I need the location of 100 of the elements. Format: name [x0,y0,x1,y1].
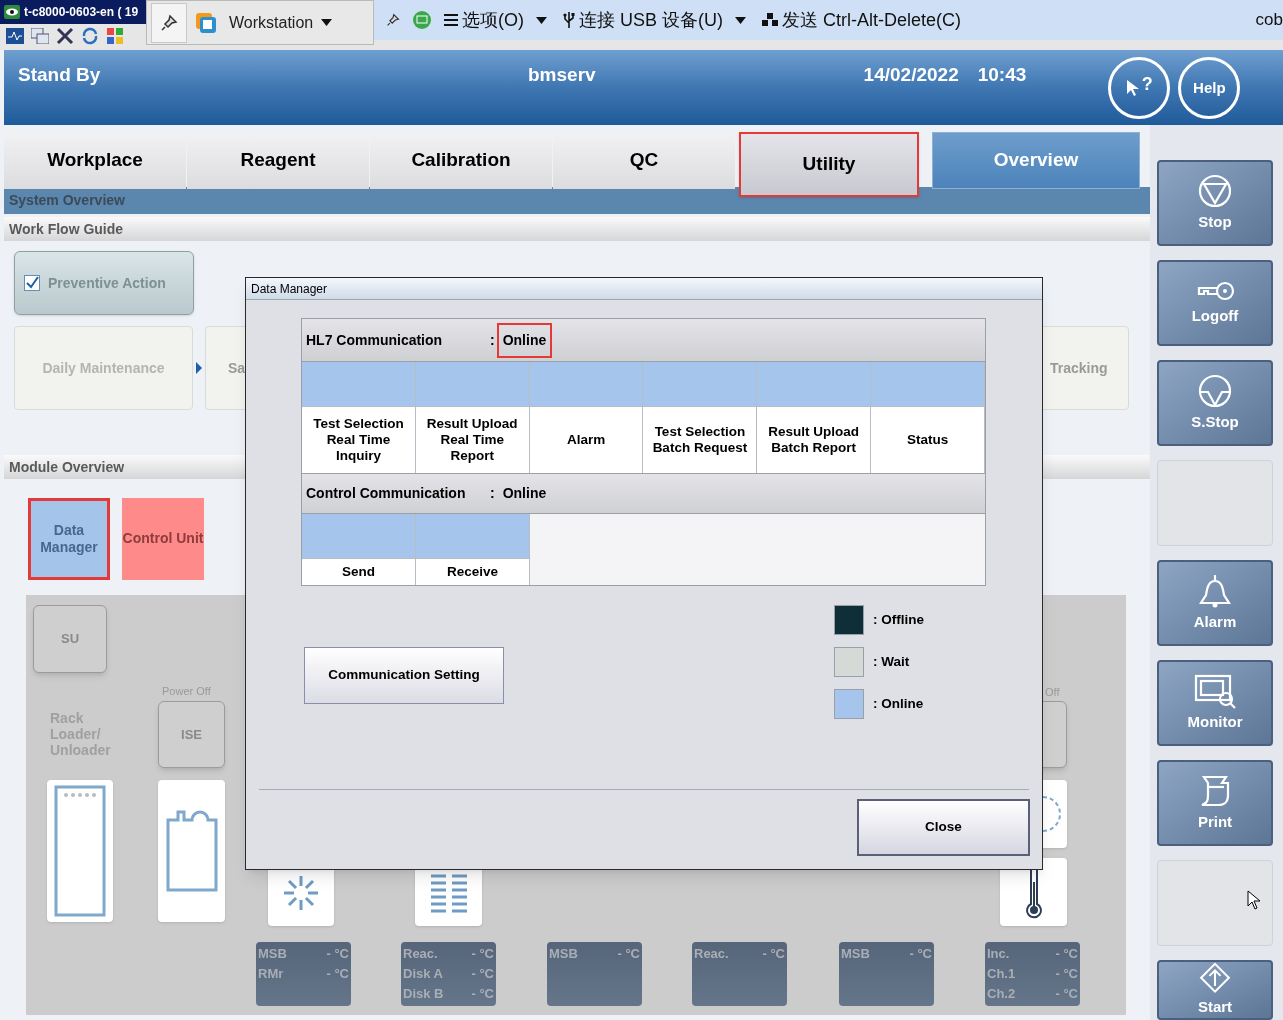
channel-label: Status [871,407,985,473]
sensor-name: RMr [258,965,284,983]
tab[interactable]: Workplace [4,132,186,189]
keys-icon [762,12,778,28]
temperature-value: - °C [1055,985,1078,1003]
separator: : [490,330,495,350]
legend-label: : Offline [873,610,924,629]
start-icon [1198,962,1232,994]
side-button[interactable]: S.Stop [1157,360,1273,446]
temperature-value: - °C [617,945,640,963]
check-icon [25,276,39,290]
pin-icon [160,13,178,32]
tab[interactable]: Reagent [187,132,369,189]
module-button[interactable]: SU [33,605,107,673]
temperature-value: - °C [1055,945,1078,963]
caret-icon [321,19,333,26]
arrow-icon [196,362,202,374]
toolbar-menu[interactable]: 连接 USB 设备(U) [563,6,746,34]
temperature-value: - °C [762,945,785,963]
session-title: t-c8000-0603-en ( 19 [24,4,139,21]
sstop-icon [1197,372,1233,409]
communication-setting-button[interactable]: Communication Setting [304,647,504,704]
temperature-value: - °C [909,945,932,963]
module-tile[interactable]: Control Unit [122,498,204,580]
sensor-name: MSB [258,945,287,963]
separator: : [490,484,495,503]
tab[interactable]: Calibration [370,132,552,189]
temperature-value: - °C [326,945,349,963]
channel-label: Alarm [529,407,644,473]
tab[interactable]: Overview [932,132,1140,189]
sensor-name: Reac. [403,945,438,963]
module-button[interactable]: ISE [158,701,225,768]
sensor-name: Disk B [403,985,444,1003]
status-text: Online [501,484,548,503]
bottle-icon [165,810,218,892]
stop-icon [1197,172,1233,209]
help-button[interactable]: Help [1178,57,1241,119]
legend-label: : Online [873,694,924,713]
channel-label: Result Upload Batch Report [757,407,872,473]
sensor-name: Disk A [403,965,443,983]
chart-window-icon [6,28,24,44]
eye-icon [4,5,20,19]
rack-icon [54,785,106,917]
channel-label: Result Upload Real Time Report [415,407,530,473]
pin-icon [386,13,400,27]
side-button[interactable]: Logoff [1157,260,1273,346]
toolbar-menu[interactable]: 发送 Ctrl-Alt-Delete(C) [762,6,961,34]
temperature-value: - °C [471,965,494,983]
side-button[interactable]: Print [1157,760,1273,846]
side-button[interactable]: Alarm [1157,560,1273,646]
monitor-search-icon [1193,672,1237,709]
sensor-name: Inc. [987,945,1010,963]
pointer-help-button[interactable]: ? [1108,57,1171,119]
sensor-name: MSB [549,945,578,963]
preventive-action-card[interactable]: Preventive Action [14,251,194,315]
windows-icon [31,28,49,44]
date-text: 14/02/2022 [863,63,959,87]
caret-icon [536,16,547,24]
list-icon [428,873,469,913]
tab[interactable]: QC [553,132,735,189]
channel-label: Test Selection Batch Request [643,407,758,473]
temperature-value: - °C [1055,965,1078,983]
section-title: HL7 Communication [306,330,444,350]
close-button[interactable]: Close [857,799,1030,856]
side-button[interactable]: Stop [1157,160,1273,246]
status-text: Online [496,322,553,358]
section-title: Module Overview [9,457,125,477]
sensor-name: MSB [841,945,870,963]
refresh-icon [81,27,99,45]
dialog-title: Data Manager [251,280,328,298]
bell-icon [1197,572,1233,609]
channel-label: Test Selection Real Time Inquiry [302,407,416,473]
host-name: cob [1255,9,1283,32]
temperature-value: - °C [471,945,494,963]
sensor-name: Ch.2 [987,985,1016,1003]
mouse-cursor-icon [1247,890,1261,910]
tab[interactable]: Utility [739,132,919,197]
channel-label: Receive [416,559,530,585]
module-tile[interactable]: Data Manager [28,498,110,580]
sensor-name: Ch.1 [987,965,1016,983]
toolbar-menu[interactable]: 选项(O) [444,6,547,34]
time-text: 10:43 [977,63,1027,87]
caret-icon [735,16,746,24]
connection-icon [412,10,432,30]
user-name: bmserv [528,63,596,87]
section-title: Control Communication [306,484,467,503]
temperature-value: - °C [326,965,349,983]
usb-icon [563,11,575,29]
cursor-icon [1125,79,1140,97]
temperature-value: - °C [471,985,494,1003]
side-button[interactable]: Start [1157,960,1273,1020]
status-text: Stand By [18,63,102,87]
sensor-name: Reac. [694,945,729,963]
section-title: Work Flow Guide [9,219,124,239]
side-button[interactable]: Monitor [1157,660,1273,746]
legend-label: : Wait [873,652,910,671]
channel-label: Send [302,559,416,585]
checkbox[interactable] [24,275,40,291]
pin-button[interactable] [151,2,187,43]
menu-icon [444,14,458,26]
